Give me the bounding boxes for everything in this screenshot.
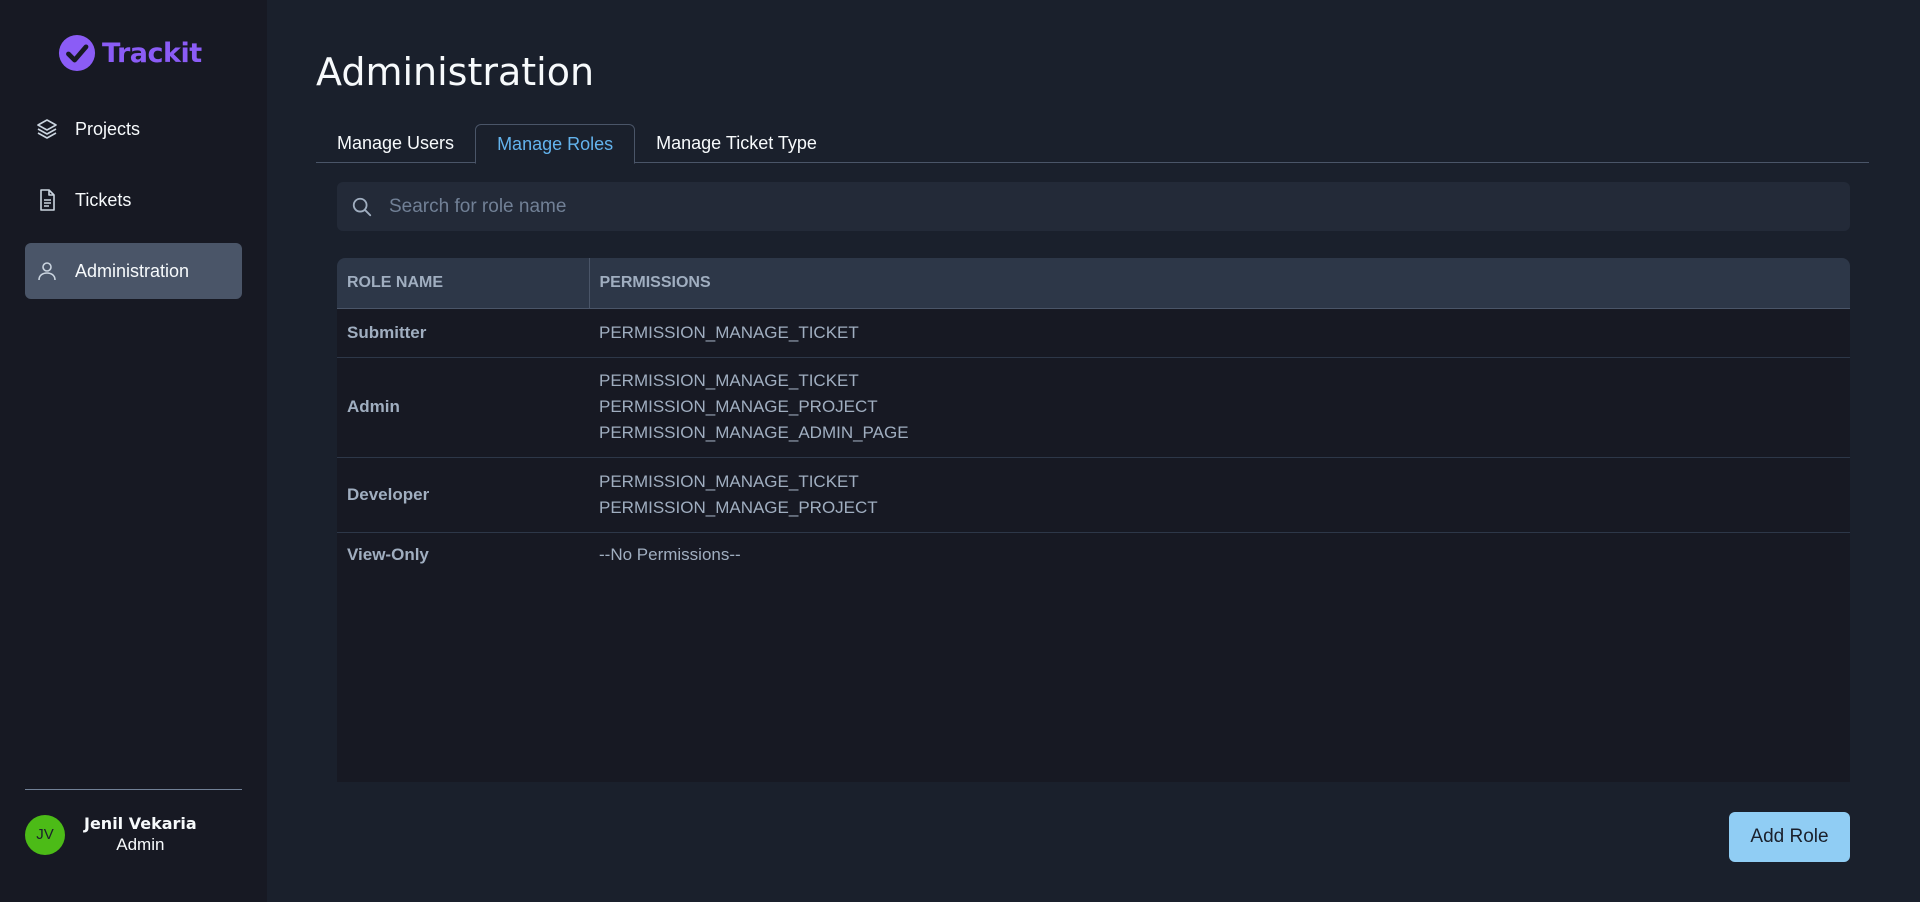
search-icon [352, 197, 372, 216]
user-info: Jenil Vekaria Admin [84, 814, 197, 855]
role-name-cell: Developer [337, 457, 589, 533]
sidebar-item-administration[interactable]: Administration [25, 243, 242, 299]
table-header-row: ROLE NAME PERMISSIONS [337, 258, 1850, 309]
app-root: Trackit Projects Tickets Administration … [0, 0, 1920, 902]
sidebar-nav: Projects Tickets Administration [25, 101, 242, 314]
sidebar-item-projects[interactable]: Projects [25, 101, 242, 157]
page-title: Administration [316, 50, 595, 94]
main-content: Administration Manage Users Manage Roles… [267, 0, 1920, 902]
table-row[interactable]: Admin PERMISSION_MANAGE_TICKET PERMISSIO… [337, 357, 1850, 458]
user-icon [35, 259, 59, 283]
search-bar [337, 182, 1850, 231]
table-row[interactable]: Developer PERMISSION_MANAGE_TICKET PERMI… [337, 457, 1850, 533]
sidebar-divider [25, 789, 242, 790]
table-row[interactable]: View-Only --No Permissions-- [337, 532, 1850, 578]
app-name: Trackit [102, 37, 202, 69]
permission-item: --No Permissions-- [599, 545, 741, 565]
search-input[interactable] [389, 182, 1850, 231]
user-profile[interactable]: JV Jenil Vekaria Admin [25, 814, 197, 855]
user-name: Jenil Vekaria [84, 814, 197, 833]
user-role: Admin [116, 835, 165, 854]
avatar: JV [25, 814, 65, 855]
permission-item: PERMISSION_MANAGE_PROJECT [599, 397, 878, 416]
sidebar-item-label: Administration [75, 260, 190, 281]
permission-item: PERMISSION_MANAGE_PROJECT [599, 497, 878, 517]
role-name-cell: View-Only [347, 545, 429, 565]
tab-manage-users[interactable]: Manage Users [316, 124, 475, 163]
layers-icon [35, 117, 59, 141]
document-icon [35, 188, 59, 212]
table-row[interactable]: Submitter PERMISSION_MANAGE_TICKET [337, 308, 1850, 358]
check-circle-icon [58, 34, 96, 72]
permissions-cell: PERMISSION_MANAGE_TICKET PERMISSION_MANA… [589, 357, 1850, 458]
permission-item: PERMISSION_MANAGE_TICKET [599, 471, 859, 491]
add-role-button[interactable]: Add Role [1729, 812, 1850, 862]
tab-manage-roles[interactable]: Manage Roles [475, 124, 636, 164]
sidebar: Trackit Projects Tickets Administration … [0, 0, 267, 902]
tab-manage-ticket-type[interactable]: Manage Ticket Type [635, 124, 838, 163]
permission-item: PERMISSION_MANAGE_ADMIN_PAGE [599, 423, 909, 442]
column-header-permissions[interactable]: PERMISSIONS [589, 258, 1850, 309]
permissions-cell: PERMISSION_MANAGE_TICKET PERMISSION_MANA… [589, 457, 1850, 533]
permissions-cell: PERMISSION_MANAGE_TICKET [589, 308, 1850, 358]
sidebar-item-label: Tickets [75, 189, 132, 210]
app-logo[interactable]: Trackit [58, 34, 202, 72]
role-name-cell: Admin [337, 357, 589, 458]
sidebar-item-label: Projects [75, 118, 141, 139]
permission-item: PERMISSION_MANAGE_TICKET [599, 322, 859, 342]
sidebar-item-tickets[interactable]: Tickets [25, 172, 242, 228]
tab-bar: Manage Users Manage Roles Manage Ticket … [316, 124, 1869, 164]
column-header-role-name[interactable]: ROLE NAME [337, 258, 590, 309]
permissions-cell: --No Permissions-- [589, 532, 1850, 578]
roles-table-container: ROLE NAME PERMISSIONS Submitter PERMISSI… [337, 258, 1850, 782]
role-name-cell: Submitter [337, 308, 589, 358]
permission-item: PERMISSION_MANAGE_TICKET [599, 371, 859, 390]
roles-table: ROLE NAME PERMISSIONS Submitter PERMISSI… [337, 258, 1850, 578]
